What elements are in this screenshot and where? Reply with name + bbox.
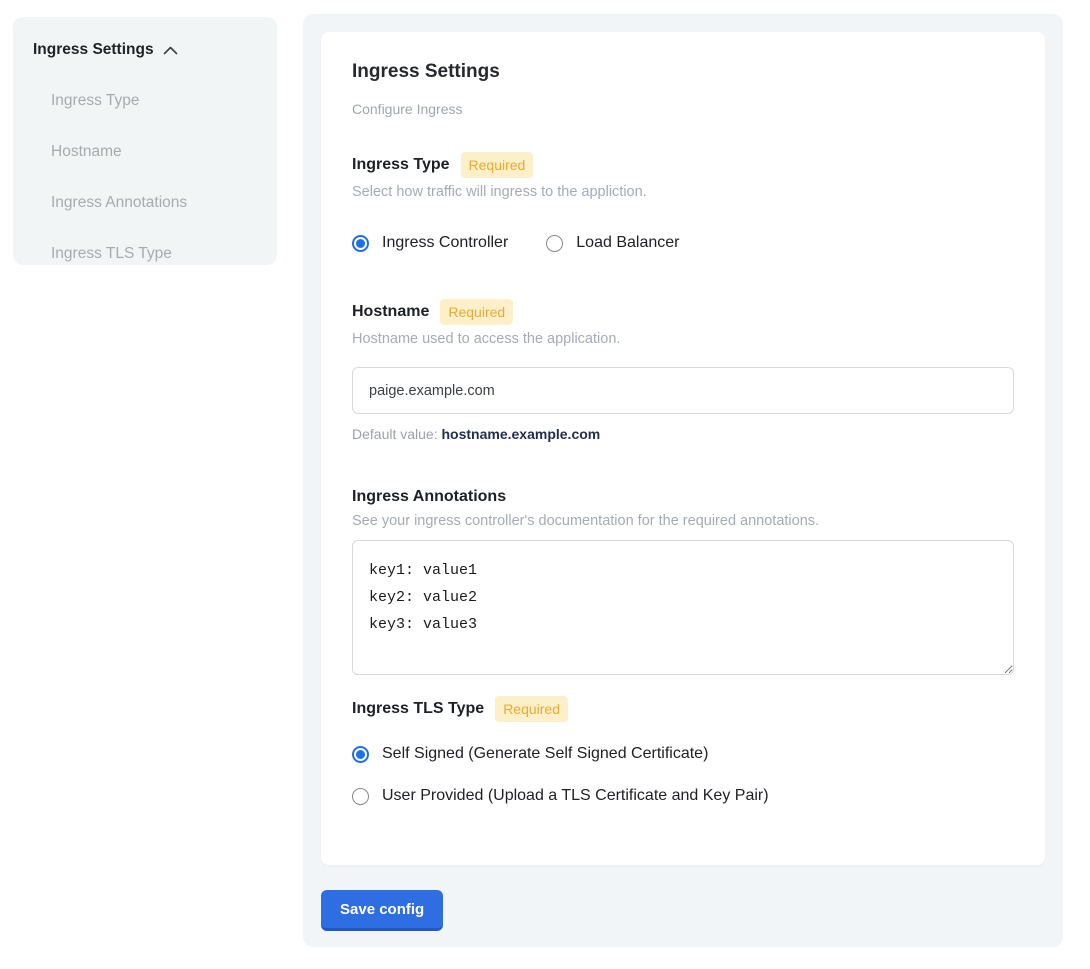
ingress-type-radio-group: Ingress Controller Load Balancer: [352, 233, 1014, 253]
page-title: Ingress Settings: [352, 60, 1014, 83]
radio-icon: [352, 746, 369, 763]
save-config-button[interactable]: Save config: [321, 890, 443, 931]
required-badge: Required: [440, 299, 513, 325]
ingress-settings-panel: Ingress Settings Configure Ingress Ingre…: [303, 14, 1063, 947]
field-group-ingress-tls-type: Ingress TLS Type Required Self Signed (G…: [352, 696, 1014, 806]
radio-option-load-balancer[interactable]: Load Balancer: [546, 233, 679, 253]
default-value-label: Default value:: [352, 426, 442, 442]
default-value-text: hostname.example.com: [442, 426, 601, 442]
page-subtitle: Configure Ingress: [352, 101, 1014, 118]
field-group-hostname: Hostname Required Hostname used to acces…: [352, 299, 1014, 443]
field-help-hostname: Hostname used to access the application.: [352, 331, 1014, 348]
chevron-up-icon: [163, 45, 178, 55]
sidebar-item-ingress-type[interactable]: Ingress Type: [33, 91, 257, 110]
field-group-ingress-type: Ingress Type Required Select how traffic…: [352, 152, 1014, 253]
radio-label: User Provided (Upload a TLS Certificate …: [382, 786, 769, 806]
hostname-default-line: Default value: hostname.example.com: [352, 426, 1014, 443]
sidebar-item-hostname[interactable]: Hostname: [33, 142, 257, 161]
field-label-ingress-annotations: Ingress Annotations: [352, 487, 506, 507]
radio-icon: [546, 235, 563, 252]
radio-label: Load Balancer: [576, 233, 679, 253]
field-help-ingress-annotations: See your ingress controller's documentat…: [352, 513, 1014, 530]
field-label-ingress-tls-type: Ingress TLS Type: [352, 699, 484, 719]
ingress-annotations-textarea[interactable]: key1: value1 key2: value2 key3: value3: [352, 540, 1014, 675]
field-group-ingress-annotations: Ingress Annotations See your ingress con…: [352, 487, 1014, 675]
radio-option-user-provided[interactable]: User Provided (Upload a TLS Certificate …: [352, 786, 1014, 806]
required-badge: Required: [495, 696, 568, 722]
radio-option-self-signed[interactable]: Self Signed (Generate Self Signed Certif…: [352, 744, 1014, 764]
radio-icon: [352, 788, 369, 805]
field-label-hostname: Hostname: [352, 302, 429, 322]
radio-icon: [352, 235, 369, 252]
hostname-input[interactable]: [352, 367, 1014, 414]
sidebar-item-list: Ingress Type Hostname Ingress Annotation…: [33, 91, 257, 263]
ingress-tls-radio-group: Self Signed (Generate Self Signed Certif…: [352, 744, 1014, 806]
sidebar-item-ingress-annotations[interactable]: Ingress Annotations: [33, 193, 257, 212]
radio-option-ingress-controller[interactable]: Ingress Controller: [352, 233, 508, 253]
field-label-ingress-type: Ingress Type: [352, 155, 450, 175]
radio-label: Ingress Controller: [382, 233, 508, 253]
sidebar-item-ingress-tls-type[interactable]: Ingress TLS Type: [33, 244, 257, 263]
ingress-settings-card: Ingress Settings Configure Ingress Ingre…: [321, 32, 1045, 865]
settings-nav-sidebar: Ingress Settings Ingress Type Hostname I…: [13, 17, 277, 265]
sidebar-section-label: Ingress Settings: [33, 41, 154, 59]
radio-label: Self Signed (Generate Self Signed Certif…: [382, 744, 708, 764]
field-help-ingress-type: Select how traffic will ingress to the a…: [352, 184, 1014, 201]
sidebar-section-toggle[interactable]: Ingress Settings: [33, 41, 257, 59]
required-badge: Required: [461, 152, 534, 178]
